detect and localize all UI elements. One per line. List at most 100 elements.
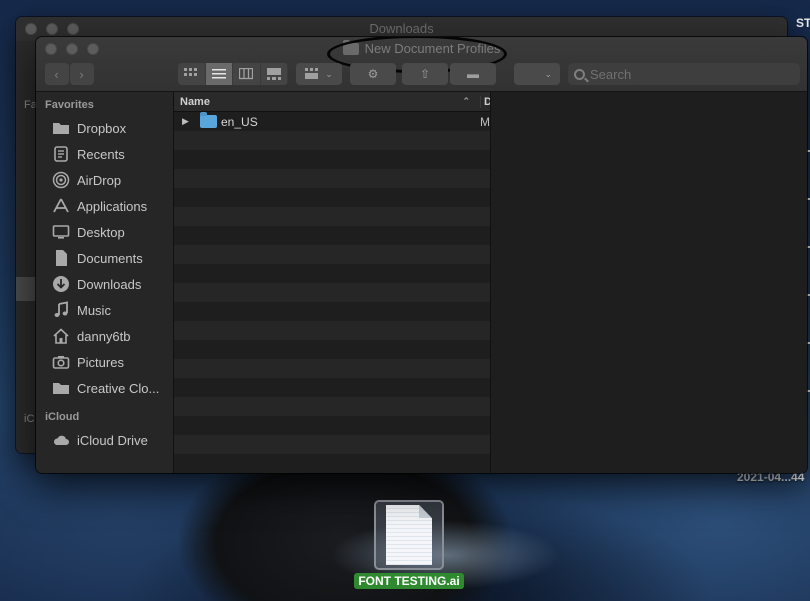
sidebar-item-label: Creative Clo...	[77, 380, 160, 396]
empty-row	[174, 321, 490, 340]
sidebar-section-icloud: iCloud	[45, 411, 80, 423]
empty-row	[174, 454, 490, 473]
icon-view-button[interactable]	[178, 63, 206, 85]
sidebar-item-recents[interactable]: Recents	[36, 141, 173, 167]
view-mode-selector	[178, 63, 288, 85]
chevron-right-icon: ›	[79, 66, 84, 82]
desktop-file[interactable]: FONT TESTING.ai	[353, 500, 465, 592]
sidebar-item-label: Dropbox	[77, 120, 127, 136]
sidebar-item-label: Desktop	[77, 224, 125, 240]
sidebar-item-documents[interactable]: Documents	[36, 245, 173, 271]
list-view-button[interactable]	[205, 63, 233, 85]
empty-row	[174, 226, 490, 245]
sidebar-item-label: iCloud Drive	[77, 432, 148, 448]
background-window-title: Downloads	[369, 21, 434, 36]
sidebar-item-label: danny6tb	[77, 328, 131, 344]
applications-icon	[51, 197, 71, 215]
sidebar-item-home[interactable]: danny6tb	[36, 323, 173, 349]
background-window-sidebar: Fa iC	[16, 41, 37, 453]
group-by-button[interactable]: ⌄	[296, 63, 342, 85]
sidebar-item-music[interactable]: Music	[36, 297, 173, 323]
disclosure-triangle-icon[interactable]: ▶	[182, 116, 192, 127]
finder-toolbar[interactable]: New Document Profiles ‹ › ⌄ ⚙ ⇧ ▬ ⌄ Sear…	[36, 37, 807, 92]
action-menu-button[interactable]: ⚙	[350, 63, 396, 85]
preview-pane	[490, 92, 807, 473]
gallery-icon	[266, 68, 281, 80]
cloud-icon	[51, 431, 71, 449]
search-field[interactable]	[568, 63, 800, 85]
finder-sidebar: Favorites Dropbox Recents AirDrop Applic…	[36, 92, 174, 473]
column-header-date[interactable]: D	[480, 95, 490, 108]
empty-row	[174, 416, 490, 435]
sidebar-item-desktop[interactable]: Desktop	[36, 219, 173, 245]
music-icon	[51, 301, 71, 319]
sidebar-item-creative-cloud[interactable]: Creative Clo...	[36, 375, 173, 401]
search-icon	[574, 68, 585, 80]
sidebar-section-favorites: Favorites	[45, 99, 94, 111]
folder-icon	[51, 379, 71, 397]
desktop-file-name[interactable]: FONT TESTING.ai	[354, 573, 464, 589]
empty-row	[174, 378, 490, 397]
sidebar-item-label: Applications	[77, 198, 148, 214]
sidebar-fragment: Fa	[24, 99, 37, 111]
search-input[interactable]	[590, 66, 780, 82]
empty-row	[174, 397, 490, 416]
tags-button[interactable]: ▬	[450, 63, 496, 85]
chevron-down-icon: ⌄	[544, 68, 552, 79]
sidebar-item-airdrop[interactable]: AirDrop	[36, 167, 173, 193]
dropbox-menu-button[interactable]: ⌄	[514, 63, 560, 85]
sidebar-item-dropbox[interactable]: Dropbox	[36, 115, 173, 141]
folder-icon	[200, 112, 217, 128]
share-icon: ⇧	[419, 67, 431, 81]
back-button[interactable]: ‹	[44, 63, 69, 85]
empty-row	[174, 264, 490, 283]
empty-row	[174, 150, 490, 169]
empty-row	[174, 340, 490, 359]
desktop-item-label[interactable]: ST	[796, 16, 810, 30]
finder-window[interactable]: New Document Profiles ‹ › ⌄ ⚙ ⇧ ▬ ⌄ Sear…	[36, 37, 807, 473]
tag-icon: ▬	[467, 67, 479, 81]
share-button[interactable]: ⇧	[402, 63, 448, 85]
document-icon	[51, 249, 71, 267]
sidebar-item-label: Downloads	[77, 276, 142, 292]
column-view-button[interactable]	[233, 63, 261, 85]
sidebar-item-label: Pictures	[77, 354, 124, 370]
columns-icon	[239, 68, 254, 80]
desktop-file-selection[interactable]	[374, 500, 444, 570]
list-header: Name ⌃ D	[174, 92, 490, 112]
file-list[interactable]: Name ⌃ D ▶ en_US M	[174, 92, 490, 473]
empty-row	[174, 188, 490, 207]
navigation-buttons: ‹ ›	[44, 63, 94, 85]
empty-row	[174, 283, 490, 302]
sort-chevron-icon: ⌃	[462, 95, 470, 106]
folder-icon	[51, 119, 71, 137]
list-rows: ▶ en_US M	[174, 112, 490, 473]
gear-icon: ⚙	[367, 67, 379, 81]
chevron-left-icon: ‹	[54, 66, 59, 82]
group-icon	[305, 68, 319, 79]
home-icon	[51, 327, 71, 345]
sidebar-item-label: Music	[77, 302, 111, 318]
empty-row	[174, 207, 490, 226]
empty-row	[174, 359, 490, 378]
file-date: M	[480, 114, 490, 129]
sidebar-item-applications[interactable]: Applications	[36, 193, 173, 219]
gallery-view-button[interactable]	[261, 63, 288, 85]
forward-button[interactable]: ›	[69, 63, 94, 85]
column-header-name[interactable]: Name ⌃	[174, 96, 480, 108]
sidebar-item-downloads[interactable]: Downloads	[36, 271, 173, 297]
chevron-down-icon: ⌄	[325, 68, 333, 79]
sidebar-item-pictures[interactable]: Pictures	[36, 349, 173, 375]
sidebar-fragment: iC	[24, 413, 35, 425]
download-icon	[51, 275, 71, 293]
empty-row	[174, 302, 490, 321]
empty-row	[174, 245, 490, 264]
sidebar-item-icloud-drive[interactable]: iCloud Drive	[36, 427, 173, 453]
table-row[interactable]: ▶ en_US M	[174, 112, 490, 131]
empty-row	[174, 169, 490, 188]
sidebar-item-label: Documents	[77, 250, 143, 266]
camera-icon	[51, 353, 71, 371]
illustrator-document-icon	[386, 505, 432, 565]
sidebar-item-label: AirDrop	[77, 172, 122, 188]
desktop-icon	[51, 223, 71, 241]
